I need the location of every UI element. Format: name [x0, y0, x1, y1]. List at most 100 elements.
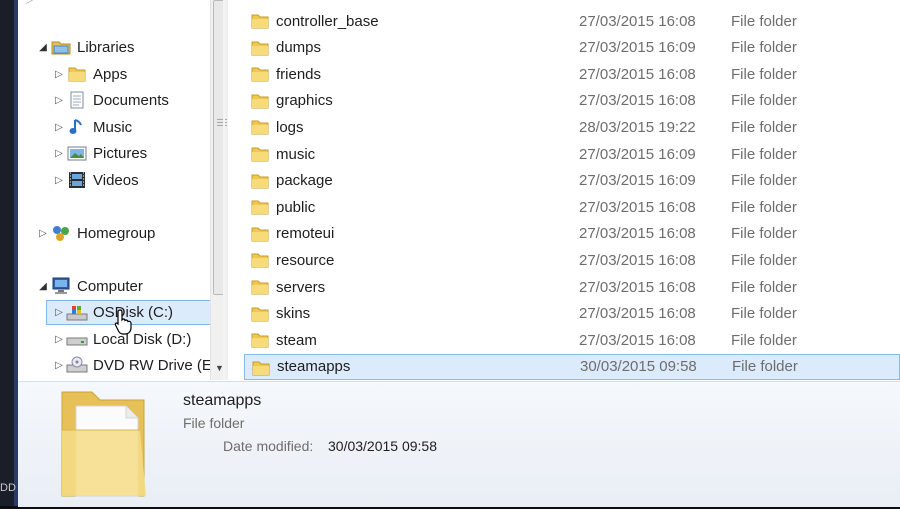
- file-row[interactable]: steamapps 30/03/2015 09:58 File folder: [244, 353, 900, 380]
- file-name: friends: [276, 65, 322, 83]
- nav-item-music[interactable]: ▷ Music: [52, 115, 132, 139]
- folder-icon: [250, 39, 270, 61]
- nav-item-label: DVD RW Drive (E:: [93, 356, 217, 374]
- file-date-modified: 27/03/2015 16:08: [579, 198, 696, 216]
- file-name: steam: [276, 331, 317, 349]
- file-date-modified: 27/03/2015 16:08: [579, 92, 696, 110]
- file-row[interactable]: public 27/03/2015 16:08 File folder: [244, 194, 900, 220]
- videos-icon: [66, 171, 88, 189]
- file-name: controller_base: [276, 12, 379, 30]
- file-type: File folder: [731, 331, 797, 349]
- nav-item-label: Apps: [93, 65, 128, 83]
- nav-item-pictures[interactable]: ▷ Pictures: [52, 141, 147, 165]
- file-date-modified: 27/03/2015 16:08: [579, 251, 696, 269]
- file-row[interactable]: servers 27/03/2015 16:08 File folder: [244, 274, 900, 300]
- expand-arrow-icon[interactable]: ▷: [52, 307, 66, 318]
- desktop-edge: DD: [0, 0, 18, 506]
- dvd-drive-icon: [66, 356, 88, 374]
- expand-arrow-icon[interactable]: ▷: [52, 175, 66, 186]
- file-date-modified: 30/03/2015 09:58: [580, 358, 697, 376]
- folder-icon: [250, 225, 270, 247]
- details-type: File folder: [183, 415, 245, 431]
- folder-icon: [250, 278, 270, 300]
- file-date-modified: 28/03/2015 19:22: [579, 118, 696, 136]
- file-row[interactable]: friends 27/03/2015 16:08 File folder: [244, 61, 900, 87]
- nav-item-libraries[interactable]: ◢ Libraries: [36, 35, 134, 59]
- nav-partial-row: ▷: [26, 0, 33, 6]
- file-row[interactable]: resource 27/03/2015 16:08 File folder: [244, 247, 900, 273]
- edge-text: DD: [0, 482, 16, 494]
- folder-icon: [250, 118, 270, 140]
- file-type: File folder: [731, 198, 797, 216]
- file-row[interactable]: steam 27/03/2015 16:08 File folder: [244, 327, 900, 353]
- file-type: File folder: [731, 305, 797, 323]
- hand-cursor-icon: [114, 309, 136, 340]
- nav-item-homegroup[interactable]: ▷ Homegroup: [36, 221, 155, 245]
- expand-arrow-icon[interactable]: ◢: [36, 42, 50, 53]
- nav-item-documents[interactable]: ▷ Documents: [52, 88, 169, 112]
- file-name: music: [276, 145, 316, 163]
- file-row[interactable]: skins 27/03/2015 16:08 File folder: [244, 301, 900, 327]
- nav-scrollbar[interactable]: — — — ▼: [210, 0, 228, 380]
- nav-item-label: Pictures: [93, 144, 148, 162]
- nav-item-apps[interactable]: ▷ Apps: [52, 62, 127, 86]
- file-row[interactable]: controller_base 27/03/2015 16:08 File fold…: [244, 8, 900, 34]
- file-type: File folder: [731, 225, 797, 243]
- file-type: File folder: [731, 39, 797, 57]
- file-date-modified: 27/03/2015 16:09: [579, 145, 696, 163]
- file-row[interactable]: logs 28/03/2015 19:22 File folder: [244, 114, 900, 140]
- homegroup-icon: [50, 224, 72, 242]
- folder-icon: [250, 198, 270, 220]
- expand-arrow-icon[interactable]: ▷: [52, 148, 66, 159]
- file-type: File folder: [731, 12, 797, 30]
- pane-divider[interactable]: [223, 0, 225, 380]
- folder-icon: [66, 65, 88, 83]
- documents-icon: [66, 91, 88, 109]
- details-modified-value: 30/03/2015 09:58: [328, 438, 437, 454]
- file-row[interactable]: music 27/03/2015 16:09 File folder: [244, 141, 900, 167]
- file-date-modified: 27/03/2015 16:08: [579, 278, 696, 296]
- large-folder-icon: [58, 386, 150, 509]
- details-pane: steamapps File folder Date modified: 30/…: [18, 381, 900, 507]
- expand-arrow-icon[interactable]: ▷: [52, 69, 66, 80]
- details-modified-label: Date modified:: [223, 438, 314, 454]
- nav-item-label: Videos: [93, 171, 139, 189]
- nav-item-label: Homegroup: [77, 224, 156, 242]
- file-row[interactable]: package 27/03/2015 16:09 File folder: [244, 168, 900, 194]
- scroll-down-arrow-icon[interactable]: ▼: [211, 360, 228, 376]
- file-date-modified: 27/03/2015 16:09: [579, 39, 696, 57]
- nav-item-dvd-drive[interactable]: ▷ DVD RW Drive (E:: [52, 353, 216, 377]
- hard-drive-icon: [66, 330, 88, 348]
- file-type: File folder: [732, 358, 798, 376]
- file-type: File folder: [731, 278, 797, 296]
- expand-arrow-icon[interactable]: ▷: [52, 360, 66, 371]
- expand-arrow-icon[interactable]: ▷: [52, 95, 66, 106]
- expand-arrow-icon[interactable]: ▷: [52, 334, 66, 345]
- folder-icon: [250, 65, 270, 87]
- details-name: steamapps: [183, 392, 262, 409]
- file-name: steamapps: [277, 358, 351, 376]
- explorer-window: ▷ ◢ Libraries ▷ Apps ▷ Documents ▷ Music…: [18, 0, 900, 507]
- file-row[interactable]: remoteui 27/03/2015 16:08 File folder: [244, 221, 900, 247]
- folder-icon: [250, 305, 270, 327]
- file-row[interactable]: dumps 27/03/2015 16:09 File folder: [244, 35, 900, 61]
- file-name: package: [276, 172, 333, 190]
- folder-icon: [250, 251, 270, 273]
- partial-row: [244, 0, 900, 6]
- navigation-pane: ▷ ◢ Libraries ▷ Apps ▷ Documents ▷ Music…: [26, 0, 241, 380]
- nav-item-computer[interactable]: ◢ Computer: [36, 274, 143, 298]
- expand-arrow-icon[interactable]: ▷: [52, 122, 66, 133]
- folder-icon: [250, 145, 270, 167]
- libraries-icon: [50, 38, 72, 56]
- expand-arrow-icon[interactable]: ▷: [36, 228, 50, 239]
- nav-item-videos[interactable]: ▷ Videos: [52, 168, 139, 192]
- file-row[interactable]: graphics 27/03/2015 16:08 File folder: [244, 88, 900, 114]
- music-icon: [66, 118, 88, 136]
- expand-arrow-icon[interactable]: ◢: [36, 281, 50, 292]
- folder-icon: [251, 359, 271, 380]
- file-type: File folder: [731, 145, 797, 163]
- file-type: File folder: [731, 172, 797, 190]
- nav-item-label: Documents: [93, 91, 169, 109]
- file-name: dumps: [276, 39, 322, 57]
- file-type: File folder: [731, 65, 797, 83]
